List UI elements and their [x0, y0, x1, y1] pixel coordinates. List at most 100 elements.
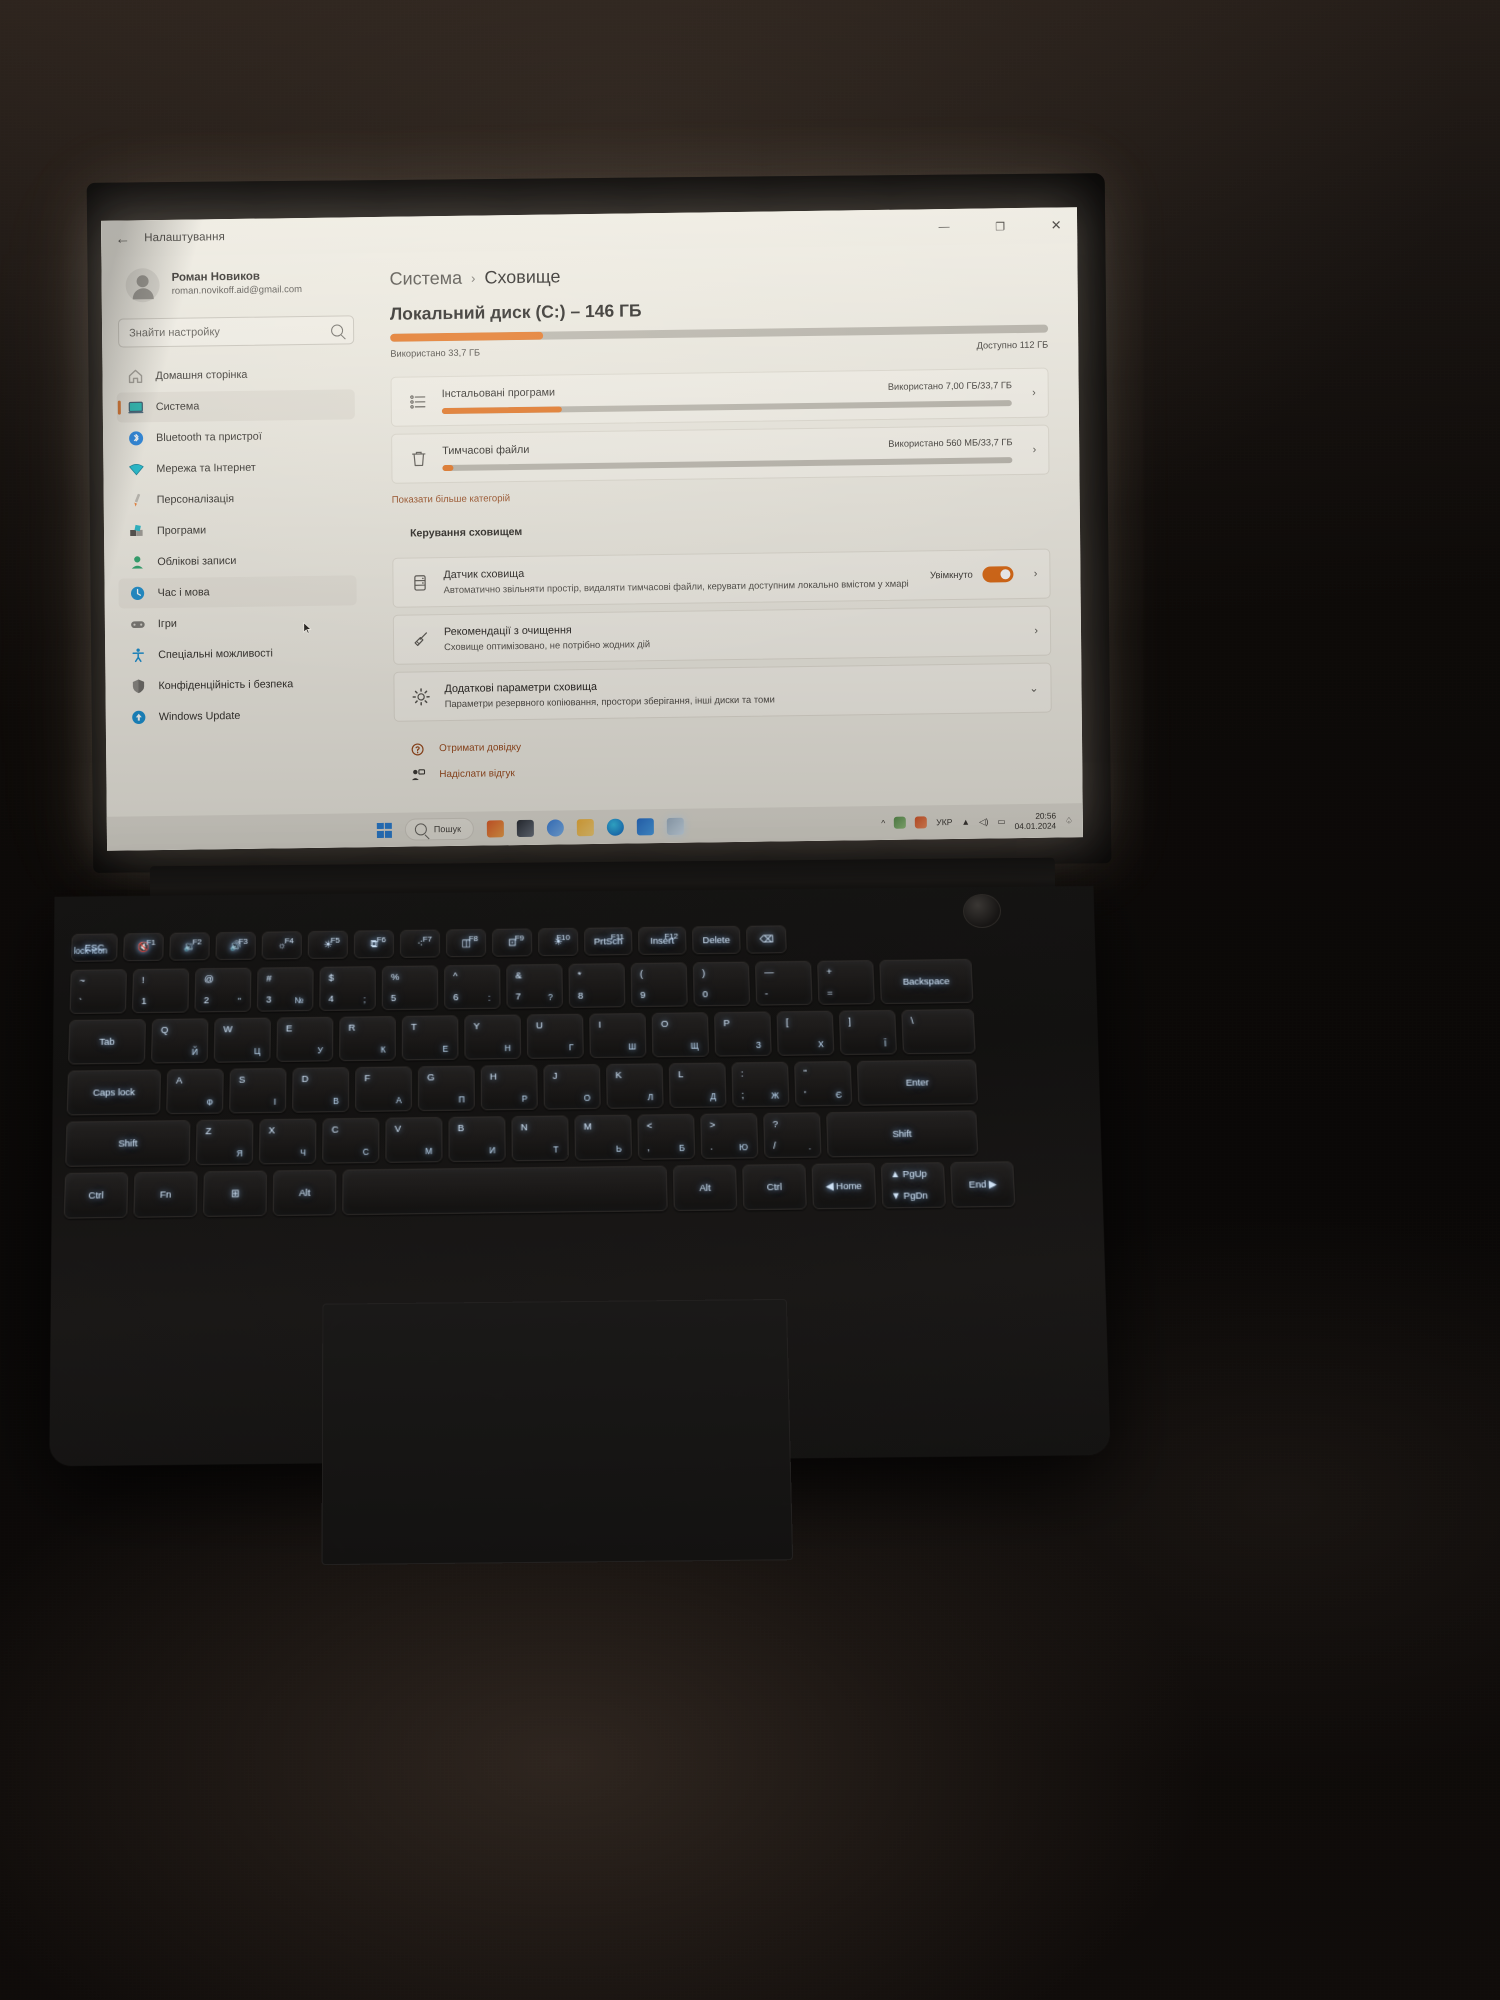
key-delete[interactable]: Delete — [692, 926, 741, 954]
key-h[interactable]: HР — [481, 1065, 538, 1111]
sidebar-item-5[interactable]: Персоналізація — [118, 482, 356, 515]
sidebar-item-6[interactable]: Програми — [118, 513, 356, 546]
key-u[interactable]: UГ — [527, 1014, 584, 1059]
key--[interactable]: F8 ◫ — [446, 929, 486, 957]
close-button[interactable]: ✕ — [1035, 210, 1077, 241]
key-d[interactable]: DВ — [292, 1067, 349, 1113]
breadcrumb-parent[interactable]: Система — [389, 268, 462, 290]
key--[interactable]: ⌫ — [746, 925, 787, 953]
key-ctrl[interactable]: Ctrl — [742, 1164, 807, 1210]
sidebar-item-8[interactable]: Час і мова — [118, 575, 356, 608]
key-tab[interactable]: Tab — [68, 1019, 146, 1064]
key-r[interactable]: RК — [339, 1016, 396, 1061]
key-shift[interactable]: Shift — [65, 1120, 190, 1167]
key--[interactable]: ] Ї — [839, 1010, 897, 1055]
key-w[interactable]: WЦ — [214, 1018, 271, 1063]
tray-chevron-icon[interactable]: ^ — [881, 818, 885, 828]
chevron-right-icon[interactable]: › — [1033, 444, 1037, 456]
key-f[interactable]: FА — [355, 1066, 412, 1112]
key--[interactable]: ) 0 — [693, 962, 750, 1007]
maximize-button[interactable]: ❐ — [979, 211, 1021, 242]
chevron-icon[interactable]: › — [1034, 625, 1038, 637]
trackpad[interactable] — [322, 1299, 794, 1565]
footer-link[interactable]: Отримати довідку — [410, 733, 1052, 757]
key--[interactable]: " ' Є — [794, 1061, 852, 1106]
key--[interactable]: F1 🔇 — [123, 933, 164, 961]
key-insert[interactable]: F12 Insert — [638, 927, 687, 955]
sidebar-item-3[interactable]: Bluetooth та пристрої — [117, 420, 355, 453]
key--[interactable]: F4 ☼ — [262, 931, 302, 959]
windows-logo-icon[interactable] — [377, 822, 392, 837]
tray-language[interactable]: УКР — [936, 817, 952, 827]
key--[interactable]: (9 — [631, 962, 688, 1007]
battery-icon[interactable]: ▭ — [997, 816, 1005, 827]
management-card[interactable]: Рекомендації з очищення Сховище оптимізов… — [393, 606, 1051, 665]
key--[interactable]: F3 🔊 — [215, 932, 255, 960]
key-alt[interactable]: Alt — [273, 1170, 337, 1216]
show-more-categories-link[interactable]: Показати більше категорій — [392, 486, 1050, 506]
storage-sense-toggle[interactable] — [983, 566, 1014, 582]
sidebar-item-9[interactable]: Ігри — [119, 606, 357, 639]
key--[interactable]: F9 ⊡ — [492, 928, 532, 956]
back-button[interactable]: ← — [115, 230, 130, 247]
taskbar-app-icon[interactable] — [607, 818, 624, 835]
key--home[interactable]: ◀ Home — [811, 1163, 876, 1209]
key--[interactable]: ⊞ — [203, 1171, 267, 1217]
chevron-icon[interactable]: › — [1034, 568, 1038, 580]
key-fn[interactable]: Fn — [133, 1171, 197, 1217]
key--[interactable]: :; Ж — [731, 1062, 789, 1107]
key-p[interactable]: PЗ — [714, 1011, 772, 1056]
bell-icon[interactable]: ♤ — [1065, 815, 1073, 826]
key--[interactable]: $4; — [319, 966, 376, 1011]
sidebar-item-4[interactable]: Мережа та Інтернет — [117, 451, 355, 484]
key-y[interactable]: YН — [464, 1015, 521, 1060]
taskbar-app-icon[interactable] — [577, 818, 594, 835]
key-b[interactable]: BИ — [448, 1116, 505, 1162]
minimize-button[interactable]: — — [923, 212, 965, 243]
key--[interactable]: % 5 — [382, 965, 438, 1010]
key--[interactable]: ~ ` — [70, 969, 127, 1014]
key-g[interactable]: GП — [418, 1066, 475, 1112]
sidebar-item-7[interactable]: Облікові записи — [118, 544, 356, 577]
taskbar-clock[interactable]: 20:56 04.01.2024 — [1014, 810, 1056, 831]
key-backspace[interactable]: Backspace — [879, 959, 973, 1004]
key-v[interactable]: VМ — [385, 1117, 442, 1163]
key-a[interactable]: AФ — [166, 1069, 224, 1115]
key-j[interactable]: JО — [543, 1064, 600, 1110]
chevron-icon[interactable]: ⌄ — [1029, 681, 1038, 694]
sidebar-item-12[interactable]: Windows Update — [120, 699, 358, 732]
key-k[interactable]: KЛ — [606, 1063, 664, 1109]
sidebar-item-2[interactable]: Система — [117, 389, 355, 422]
key--[interactable]: — - — [755, 961, 813, 1006]
key-enter[interactable]: Enter — [857, 1059, 978, 1105]
sidebar-item-10[interactable]: Спеціальні можливості — [119, 637, 357, 670]
key-ctrl[interactable]: Ctrl — [64, 1172, 129, 1218]
key--[interactable]: ? /. — [763, 1112, 821, 1158]
key--[interactable]: >. Ю — [700, 1113, 758, 1159]
key--[interactable]: ! 1 — [132, 968, 189, 1013]
chevron-right-icon[interactable]: › — [1032, 387, 1036, 399]
search-box[interactable] — [118, 315, 354, 347]
taskbar-search[interactable]: Пошук — [405, 818, 474, 841]
key-z[interactable]: ZЯ — [196, 1119, 254, 1165]
key--[interactable]: F2 🔉 — [169, 932, 210, 960]
key-t[interactable]: TЕ — [402, 1015, 459, 1060]
key--[interactable]: \ — [901, 1009, 975, 1054]
taskbar-app-icon[interactable] — [487, 820, 504, 837]
volume-icon[interactable]: ◁) — [979, 816, 989, 827]
key--[interactable]: F7 ⁖ — [400, 930, 440, 958]
key-x[interactable]: XЧ — [259, 1119, 316, 1165]
key--[interactable]: @2 " — [194, 968, 251, 1013]
key--[interactable]: F6 ⧉ — [354, 930, 394, 958]
key-m[interactable]: MЬ — [574, 1115, 632, 1161]
key-prtscn[interactable]: F11 PrtScn — [584, 927, 632, 955]
key-space[interactable] — [342, 1166, 667, 1216]
key--[interactable]: F5 ☀ — [308, 931, 348, 959]
key--[interactable]: ^ 6: — [444, 965, 500, 1010]
management-card[interactable]: Датчик сховища Автоматично звільняти прос… — [392, 549, 1050, 608]
taskbar-app-icon[interactable] — [667, 817, 684, 834]
search-input[interactable] — [129, 324, 331, 339]
key-c[interactable]: CС — [322, 1118, 379, 1164]
taskbar-app-icon[interactable] — [517, 819, 534, 836]
key-n[interactable]: NТ — [511, 1115, 568, 1161]
